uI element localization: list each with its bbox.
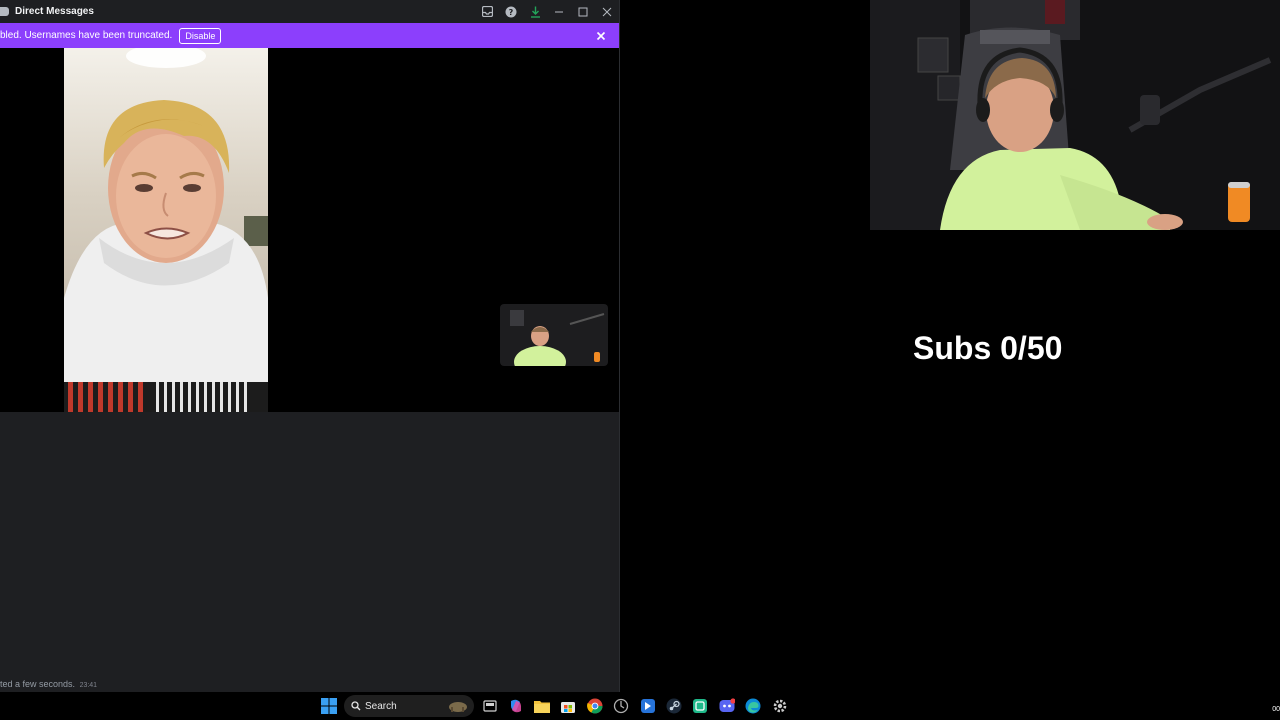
subs-goal-counter: Subs 0/50 xyxy=(913,330,1063,366)
system-message: ted a few seconds. 23:41 xyxy=(0,679,97,689)
self-video-preview[interactable] xyxy=(500,304,608,366)
chat-area xyxy=(0,412,619,692)
svg-text:?: ? xyxy=(509,8,514,17)
disable-button[interactable]: Disable xyxy=(179,27,222,44)
copilot-icon[interactable] xyxy=(507,697,525,715)
streamer-webcam xyxy=(870,0,1280,230)
notice-banner: bled. Usernames have been truncated. Dis… xyxy=(0,23,619,48)
search-icon xyxy=(351,701,361,711)
window-title: Direct Messages xyxy=(15,6,94,17)
discord-icon[interactable] xyxy=(718,697,736,715)
settings-icon[interactable] xyxy=(771,697,789,715)
system-message-text: ted a few seconds. xyxy=(0,679,76,689)
minimize-icon[interactable] xyxy=(547,0,571,23)
search-highlight-icon xyxy=(448,699,468,713)
banner-message: bled. Usernames have been truncated. xyxy=(0,30,173,41)
task-view-icon[interactable] xyxy=(481,697,499,715)
video-call-area xyxy=(0,48,619,412)
edge-icon[interactable] xyxy=(744,697,762,715)
banner-close-icon[interactable] xyxy=(595,29,607,41)
discord-logo-icon xyxy=(0,7,9,16)
help-icon[interactable]: ? xyxy=(499,0,523,23)
app-icon[interactable] xyxy=(691,697,709,715)
message-timestamp: 23:41 xyxy=(79,682,98,689)
download-icon[interactable] xyxy=(523,0,547,23)
discord-window: Direct Messages ? bled. Usernames have b… xyxy=(0,0,620,692)
file-explorer-icon[interactable] xyxy=(533,697,551,715)
participant-video[interactable] xyxy=(64,48,268,412)
clock: 00 xyxy=(1272,706,1280,713)
store-icon[interactable] xyxy=(559,697,577,715)
start-icon[interactable] xyxy=(320,697,338,715)
search-label: Search xyxy=(365,700,397,712)
title-bar: Direct Messages ? xyxy=(0,0,619,23)
app-icon[interactable] xyxy=(639,697,657,715)
close-icon[interactable] xyxy=(595,0,619,23)
maximize-icon[interactable] xyxy=(571,0,595,23)
steam-icon[interactable] xyxy=(665,697,683,715)
inbox-icon[interactable] xyxy=(475,0,499,23)
chrome-icon[interactable] xyxy=(586,697,604,715)
app-icon[interactable] xyxy=(612,697,630,715)
taskbar-search[interactable]: Search xyxy=(344,695,474,717)
